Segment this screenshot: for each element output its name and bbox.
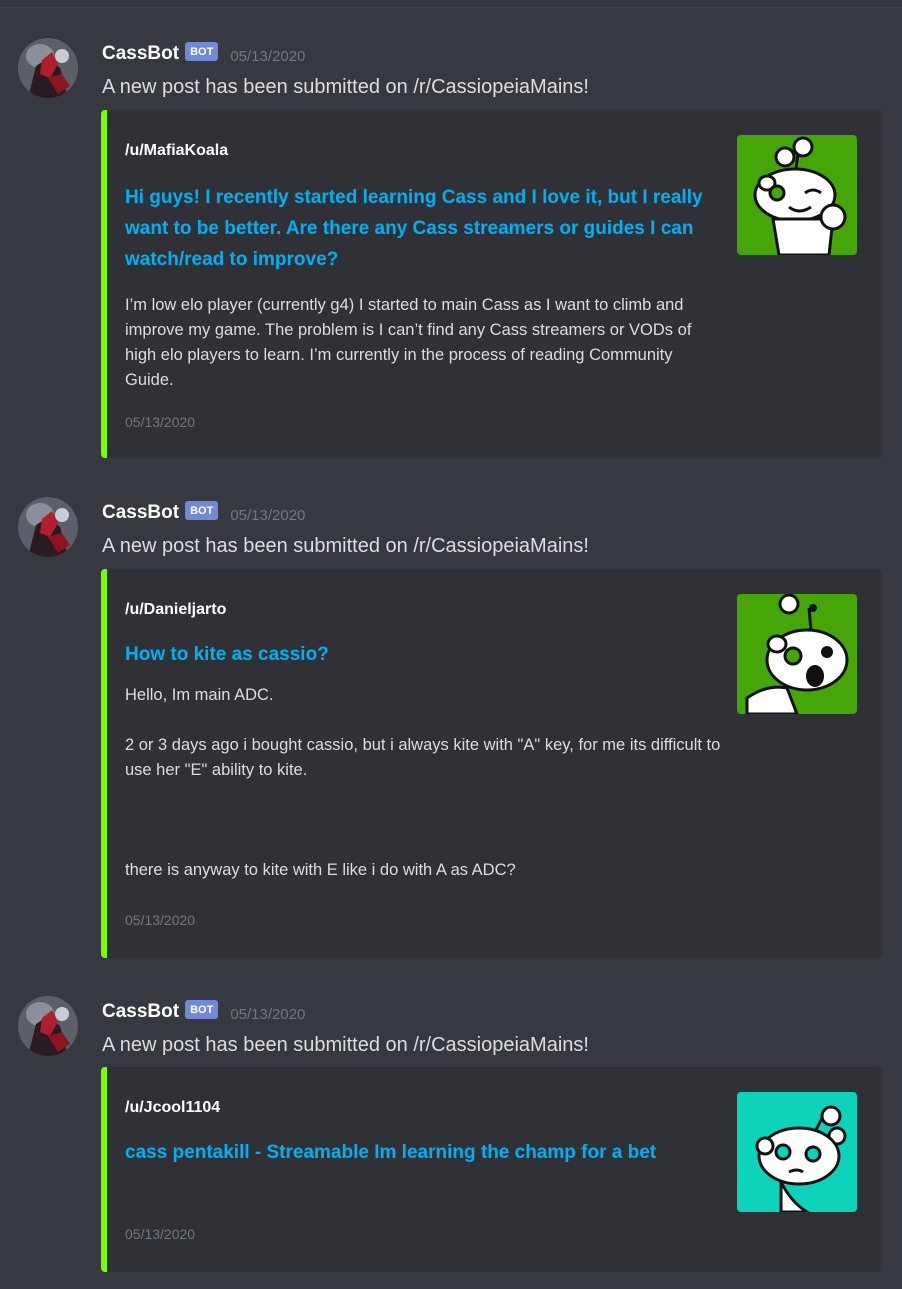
username[interactable]: CassBot xyxy=(102,1001,179,1023)
message-content: A new post has been submitted on /r/Cass… xyxy=(102,1034,589,1056)
embed: /u/MafiaKoala Hi guys! I recently starte… xyxy=(101,110,882,458)
timestamp: 05/13/2020 xyxy=(230,506,306,524)
avatar[interactable] xyxy=(18,996,78,1056)
timestamp: 05/13/2020 xyxy=(230,1005,306,1023)
username[interactable]: CassBot xyxy=(102,502,179,524)
bot-tag: BOT xyxy=(185,500,219,520)
embed-description: I’m low elo player (currently g4) I star… xyxy=(125,296,692,389)
embed-author[interactable]: /u/MafiaKoala xyxy=(125,142,228,160)
bot-tag: BOT xyxy=(185,999,219,1019)
embed-author[interactable]: /u/Danieljarto xyxy=(125,601,226,619)
embed-footer: 05/13/2020 xyxy=(125,414,196,430)
reddit-snoo-surprised-icon xyxy=(737,594,857,714)
avatar[interactable] xyxy=(18,38,78,98)
reddit-snoo-wink-icon xyxy=(737,135,857,255)
embed: /u/Danieljarto How to kite as cassio? He… xyxy=(101,569,882,958)
message-header: CassBot BOT 05/13/2020 xyxy=(102,40,305,68)
message-header: CassBot BOT 05/13/2020 xyxy=(102,998,305,1026)
message-header: CassBot BOT 05/13/2020 xyxy=(102,499,305,527)
embed-thumbnail[interactable] xyxy=(737,135,857,255)
embed: /u/Jcool1104 cass pentakill - Streamable… xyxy=(101,1067,882,1272)
username[interactable]: CassBot xyxy=(102,43,179,65)
cassiopeia-avatar-icon xyxy=(18,497,78,557)
cassiopeia-avatar-icon xyxy=(18,38,78,98)
message-content: A new post has been submitted on /r/Cass… xyxy=(102,535,589,557)
embed-thumbnail[interactable] xyxy=(737,1092,857,1212)
embed-title-link[interactable]: Hi guys! I recently started learning Cas… xyxy=(125,182,725,275)
cassiopeia-avatar-icon xyxy=(18,996,78,1056)
avatar[interactable] xyxy=(18,497,78,557)
embed-description: Hello, Im main ADC. 2 or 3 days ago i bo… xyxy=(125,686,721,879)
timestamp: 05/13/2020 xyxy=(230,47,306,65)
embed-footer: 05/13/2020 xyxy=(125,1226,196,1242)
embed-title-link[interactable]: cass pentakill - Streamable Im learning … xyxy=(125,1137,705,1168)
reddit-snoo-thinking-icon xyxy=(737,1092,857,1212)
top-divider xyxy=(0,7,902,8)
embed-title-link[interactable]: How to kite as cassio? xyxy=(125,639,725,670)
message-content: A new post has been submitted on /r/Cass… xyxy=(102,76,589,98)
embed-author[interactable]: /u/Jcool1104 xyxy=(125,1099,220,1117)
embed-footer: 05/13/2020 xyxy=(125,912,196,928)
embed-thumbnail[interactable] xyxy=(737,594,857,714)
bot-tag: BOT xyxy=(185,41,219,61)
